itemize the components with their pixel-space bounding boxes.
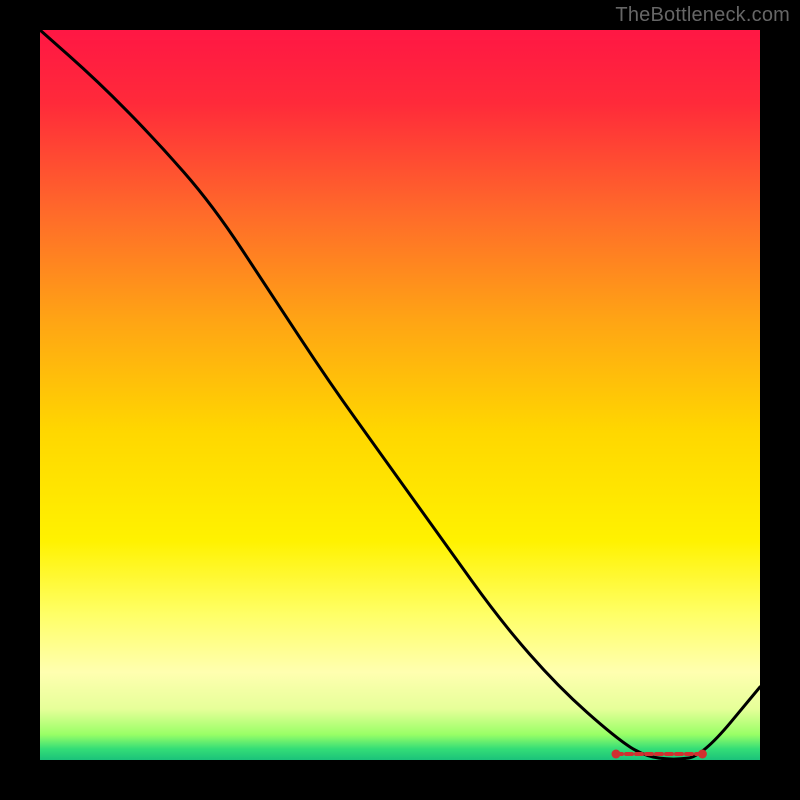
chart-frame: TheBottleneck.com [0, 0, 800, 800]
curve-layer [40, 30, 760, 760]
bottleneck-curve [40, 30, 760, 759]
attribution-text: TheBottleneck.com [615, 4, 790, 27]
plot-area [40, 30, 760, 760]
